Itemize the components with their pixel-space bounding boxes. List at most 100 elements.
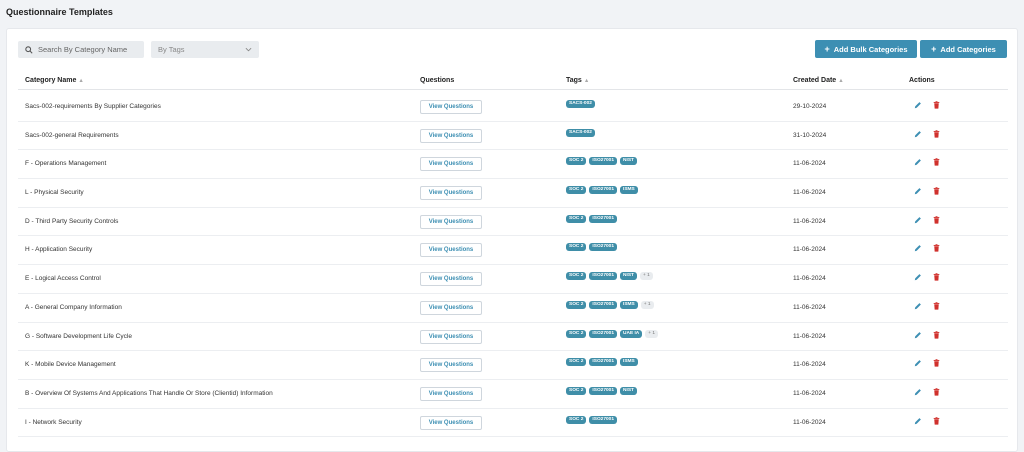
category-name: L - Physical Security [25,189,84,197]
created-date: 11-06-2024 [793,275,826,283]
sort-arrow-icon[interactable]: ▲ [78,78,83,84]
tag-list: SOC 2 ISO27001 [566,243,618,252]
row-actions [914,187,940,195]
trash-icon[interactable] [933,273,940,281]
row-actions [914,359,940,367]
tag-badge: SOC 2 [566,329,587,338]
pencil-icon[interactable] [914,158,922,166]
tag-list: SOC 2 ISO27001 NIST [566,157,637,166]
trash-icon[interactable] [933,244,940,253]
tag-badge: ISO27001 [589,214,618,223]
trash-icon[interactable] [933,215,940,224]
more-tags-badge[interactable]: + 1 [645,329,659,338]
category-name: H - Application Security [25,246,93,254]
pencil-icon[interactable] [914,388,922,396]
add-bulk-categories-label: Add Bulk Categories [833,44,908,54]
table-header: Category Name ▲ Questions Tags ▲ Created D… [18,70,1008,90]
created-date: 11-06-2024 [793,217,826,225]
tag-badge: SACS-002 [566,128,595,137]
tag-badge: UAE IA [620,329,643,338]
tag-filter-select[interactable]: By Tags [151,41,259,58]
chevron-down-icon [245,47,252,52]
search-box[interactable] [18,41,144,58]
tag-badge: ISO27001 [589,386,618,395]
pencil-icon[interactable] [914,216,922,224]
row-actions [914,273,940,281]
row-actions [914,416,940,425]
tag-badge: SOC 2 [566,186,587,195]
view-questions-button[interactable]: View Questions [420,243,482,258]
created-date: 11-06-2024 [793,160,826,168]
trash-icon[interactable] [933,359,940,367]
trash-icon[interactable] [933,388,940,396]
trash-icon[interactable] [933,330,940,339]
tag-badge: ISO27001 [589,300,618,309]
tag-badge: SOC 2 [566,358,587,367]
trash-icon[interactable] [933,416,940,425]
more-tags-badge[interactable]: + 1 [639,272,653,281]
row-actions [914,388,940,396]
pencil-icon[interactable] [914,331,922,339]
header-actions: Actions [909,77,935,84]
created-date: 11-06-2024 [793,189,826,197]
tag-badge: SOC 2 [566,415,587,424]
table-row: G - Software Development Life Cycle View … [18,323,1008,352]
search-input[interactable] [38,45,138,54]
view-questions-button[interactable]: View Questions [420,358,482,373]
pencil-icon[interactable] [914,130,922,138]
tag-badge: ISMS [620,300,638,309]
view-questions-button[interactable]: View Questions [420,214,482,229]
tag-badge: ISO27001 [589,186,618,195]
pencil-icon[interactable] [914,187,922,195]
add-bulk-categories-button[interactable]: + Add Bulk Categories [815,40,917,58]
pencil-icon[interactable] [914,359,922,367]
sort-arrow-icon[interactable]: ▲ [838,78,843,84]
view-questions-button[interactable]: View Questions [420,300,482,315]
category-name: E - Logical Access Control [25,275,101,283]
created-date: 11-06-2024 [793,303,826,311]
view-questions-button[interactable]: View Questions [420,329,482,344]
trash-icon[interactable] [933,129,940,138]
category-name: I - Network Security [25,418,82,426]
view-questions-button[interactable]: View Questions [420,415,482,430]
view-questions-button[interactable]: View Questions [420,100,482,114]
view-questions-button[interactable]: View Questions [420,128,482,143]
header-category[interactable]: Category Name ▲ [25,77,84,84]
created-date: 11-06-2024 [793,361,826,369]
created-date: 31-10-2024 [793,131,827,139]
table-row: D - Third Party Security Controls View Qu… [18,208,1008,237]
pencil-icon[interactable] [914,417,922,425]
category-name: K - Mobile Device Management [25,361,116,369]
table-row: Sacs-002-general Requirements View Questi… [18,122,1008,151]
view-questions-button[interactable]: View Questions [420,386,482,401]
view-questions-button[interactable]: View Questions [420,157,482,172]
trash-icon[interactable] [933,158,940,167]
pencil-icon[interactable] [914,273,922,281]
table-row: F - Operations Management View Questions S… [18,150,1008,180]
view-questions-button[interactable]: View Questions [420,272,482,287]
header-created-date[interactable]: Created Date ▲ [793,77,844,84]
trash-icon[interactable] [933,101,940,109]
tag-list: SACS-002 [566,100,595,108]
tag-badge: ISO27001 [589,329,618,338]
trash-icon[interactable] [933,302,940,310]
tag-list: SOC 2 ISO27001 NIST [566,386,637,395]
tag-badge: SOC 2 [566,300,587,309]
table-row: I - Network Security View Questions SOC 2I… [18,409,1008,438]
templates-card: By Tags + Add Bulk Categories + Add Cate… [6,28,1018,452]
header-tags[interactable]: Tags ▲ [566,77,589,84]
view-questions-button[interactable]: View Questions [420,186,482,201]
tag-badge: NIST [620,386,637,395]
sort-arrow-icon[interactable]: ▲ [584,78,589,84]
tag-list: SOC 2 ISO27001 UAE IA + 1 [566,329,659,338]
pencil-icon[interactable] [914,302,922,310]
category-name: Sacs-002-requirements By Supplier Catego… [25,103,161,110]
row-actions [914,302,940,310]
tag-badge: SACS-002 [566,100,595,108]
more-tags-badge[interactable]: + 1 [640,300,654,309]
add-categories-button[interactable]: + Add Categories [920,40,1007,58]
trash-icon[interactable] [933,187,940,195]
pencil-icon[interactable] [914,101,922,109]
tag-list: SOC 2 ISO27001 ISMS [566,358,638,367]
pencil-icon[interactable] [914,244,922,252]
